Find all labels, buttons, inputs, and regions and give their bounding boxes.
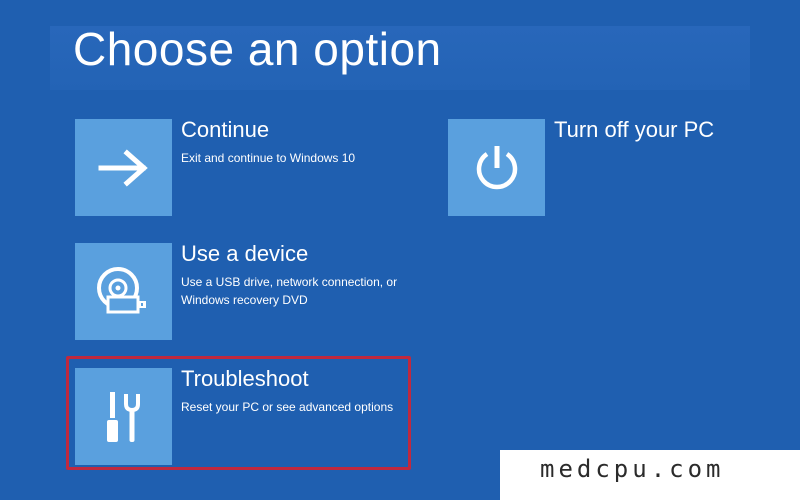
turn-off-option[interactable]: Turn off your PC: [448, 117, 728, 216]
use-device-description: Use a USB drive, network connection, or …: [181, 275, 398, 307]
continue-description: Exit and continue to Windows 10: [181, 151, 356, 165]
continue-tile[interactable]: [75, 119, 172, 216]
power-icon: [476, 145, 517, 189]
use-device-option[interactable]: Use a device Use a USB drive, network co…: [75, 241, 415, 340]
continue-option[interactable]: Continue Exit and continue to Windows 10: [75, 117, 375, 216]
watermark-text: medcpu.com: [540, 455, 725, 483]
turn-off-tile[interactable]: [448, 119, 545, 216]
arrow-right-icon: [98, 148, 148, 187]
use-device-tile[interactable]: [75, 243, 172, 340]
continue-title: Continue: [181, 117, 270, 142]
troubleshoot-highlight-box: [66, 356, 411, 470]
use-device-title: Use a device: [181, 241, 309, 266]
disc-drive-icon: [96, 266, 146, 313]
page-title: Choose an option: [73, 23, 442, 75]
turn-off-title: Turn off your PC: [554, 117, 715, 142]
recovery-screen: Choose an option Continue Exit and conti…: [0, 0, 800, 500]
